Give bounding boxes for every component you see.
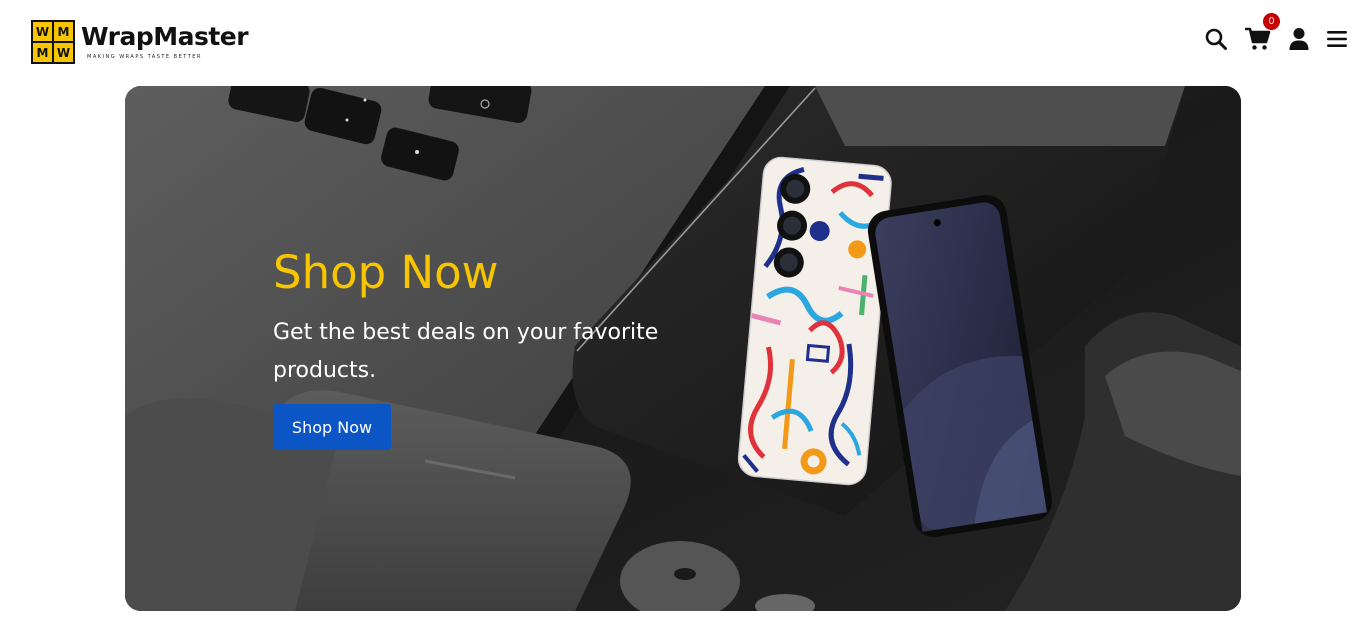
cart-count-badge: 0 — [1263, 13, 1280, 30]
logo-letter: M — [54, 22, 73, 41]
hero-subtitle: Get the best deals on your favorite prod… — [273, 320, 659, 383]
logo-mark: W M M W — [31, 20, 75, 64]
cart-icon — [1245, 27, 1271, 50]
account-button[interactable] — [1286, 26, 1312, 52]
brand-tagline: MAKING WRAPS TASTE BETTER — [87, 54, 202, 60]
hero-banner: Shop Now Get the best deals on your favo… — [125, 86, 1241, 611]
site-header: W M M W WrapMaster MAKING WRAPS TASTE BE… — [0, 0, 1366, 80]
logo-letter: W — [33, 22, 52, 41]
logo-letter: W — [54, 43, 73, 62]
brand-name: WrapMaster — [81, 22, 249, 51]
user-icon — [1289, 28, 1309, 50]
logo-letter: M — [33, 43, 52, 62]
menu-icon — [1327, 31, 1347, 47]
cart-button[interactable] — [1245, 26, 1271, 52]
shop-now-button[interactable]: Shop Now — [273, 404, 391, 450]
search-button[interactable] — [1203, 26, 1229, 52]
search-icon — [1205, 28, 1227, 50]
menu-button[interactable] — [1324, 26, 1350, 52]
brand-logo[interactable]: W M M W WrapMaster MAKING WRAPS TASTE BE… — [31, 20, 249, 66]
hero-title: Shop Now — [273, 246, 499, 299]
